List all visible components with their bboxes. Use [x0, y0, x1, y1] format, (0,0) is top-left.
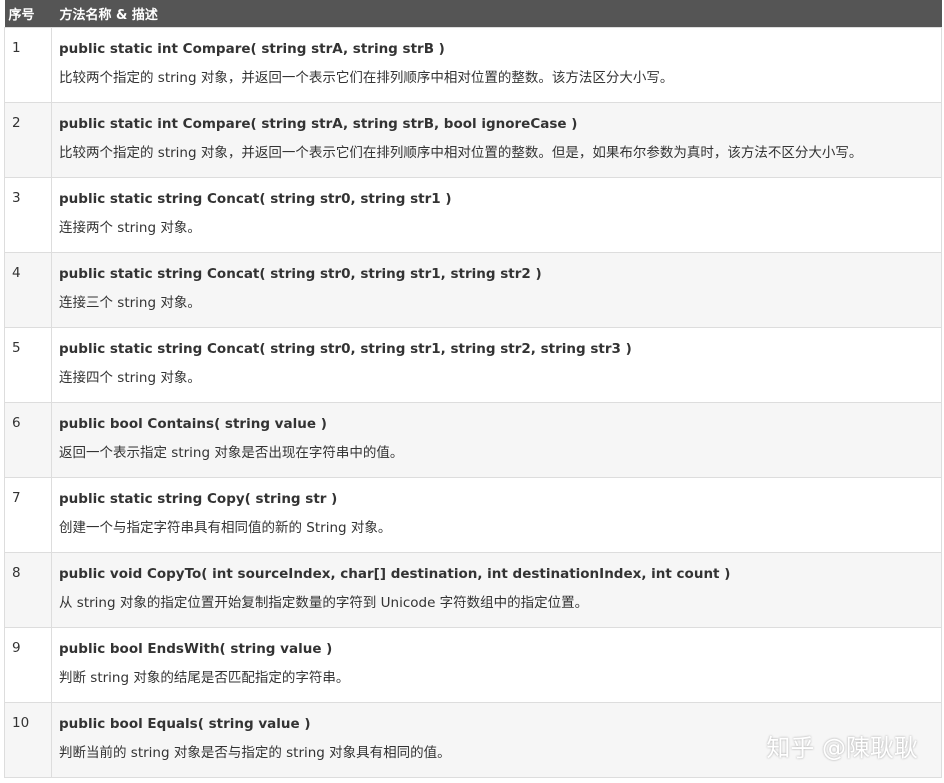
watermark: 知乎 @陳耿耿 — [766, 734, 918, 762]
row-number: 3 — [4, 177, 52, 253]
table-row: 5 public static string Concat( string str… — [4, 327, 942, 403]
table-row: 3 public static string Concat( string str… — [4, 177, 942, 253]
method-signature: public static string Concat( string str0… — [59, 266, 542, 282]
row-number: 5 — [4, 327, 52, 403]
table-row: 4 public static string Concat( string str… — [4, 252, 942, 328]
header-desc: 方法名称 & 描述 — [51, 0, 942, 28]
row-number: 10 — [4, 702, 52, 778]
row-number: 1 — [4, 27, 52, 103]
method-signature: public static string Concat( string str0… — [59, 341, 632, 357]
row-description-cell: public void CopyTo( int sourceIndex, cha… — [51, 552, 942, 628]
header-num: 序号 — [4, 0, 52, 28]
method-description: 判断 string 对象的结尾是否匹配指定的字符串。 — [59, 670, 350, 686]
method-description: 创建一个与指定字符串具有相同值的新的 String 对象。 — [59, 520, 392, 536]
row-number: 6 — [4, 402, 52, 478]
method-signature: public static string Concat( string str0… — [59, 191, 452, 207]
method-description: 比较两个指定的 string 对象，并返回一个表示它们在排列顺序中相对位置的整数… — [59, 70, 674, 86]
row-description-cell: public static string Copy( string str ) 创… — [51, 477, 942, 553]
method-signature: public bool EndsWith( string value ) — [59, 641, 333, 657]
method-description: 连接四个 string 对象。 — [59, 370, 201, 386]
row-description-cell: public static int Compare( string strA, … — [51, 102, 942, 178]
row-number: 8 — [4, 552, 52, 628]
method-description: 连接三个 string 对象。 — [59, 295, 201, 311]
table-row: 1 public static int Compare( string strA,… — [4, 27, 942, 103]
method-description: 返回一个表示指定 string 对象是否出现在字符串中的值。 — [59, 445, 404, 461]
table-header-row: 序号 方法名称 & 描述 — [4, 0, 942, 28]
row-description-cell: public static string Concat( string str0… — [51, 252, 942, 328]
row-description-cell: public static string Concat( string str0… — [51, 327, 942, 403]
row-description-cell: public bool EndsWith( string value ) 判断 s… — [51, 627, 942, 703]
method-signature: public bool Contains( string value ) — [59, 416, 327, 432]
row-number: 9 — [4, 627, 52, 703]
row-number: 4 — [4, 252, 52, 328]
table-row: 9 public bool EndsWith( string value ) 判断 … — [4, 627, 942, 703]
table-row: 2 public static int Compare( string strA,… — [4, 102, 942, 178]
method-signature: public static int Compare( string strA, … — [59, 41, 445, 57]
method-signature: public void CopyTo( int sourceIndex, cha… — [59, 566, 731, 582]
row-number: 2 — [4, 102, 52, 178]
table-body: 1 public static int Compare( string strA,… — [4, 27, 942, 778]
method-signature: public static int Compare( string strA, … — [59, 116, 578, 132]
method-description: 从 string 对象的指定位置开始复制指定数量的字符到 Unicode 字符数… — [59, 595, 589, 611]
table-row: 6 public bool Contains( string value ) 返回一… — [4, 402, 942, 478]
method-description: 连接两个 string 对象。 — [59, 220, 201, 236]
table-row: 8 public void CopyTo( int sourceIndex, ch… — [4, 552, 942, 628]
method-description: 比较两个指定的 string 对象，并返回一个表示它们在排列顺序中相对位置的整数… — [59, 145, 863, 161]
row-number: 7 — [4, 477, 52, 553]
row-description-cell: public static string Concat( string str0… — [51, 177, 942, 253]
methods-table: 序号 方法名称 & 描述 1 public static int Compare(… — [4, 0, 942, 778]
table-row: 7 public static string Copy( string str )… — [4, 477, 942, 553]
method-signature: public static string Copy( string str ) — [59, 491, 338, 507]
row-description-cell: public static int Compare( string strA, … — [51, 27, 942, 103]
row-description-cell: public bool Contains( string value ) 返回一个… — [51, 402, 942, 478]
